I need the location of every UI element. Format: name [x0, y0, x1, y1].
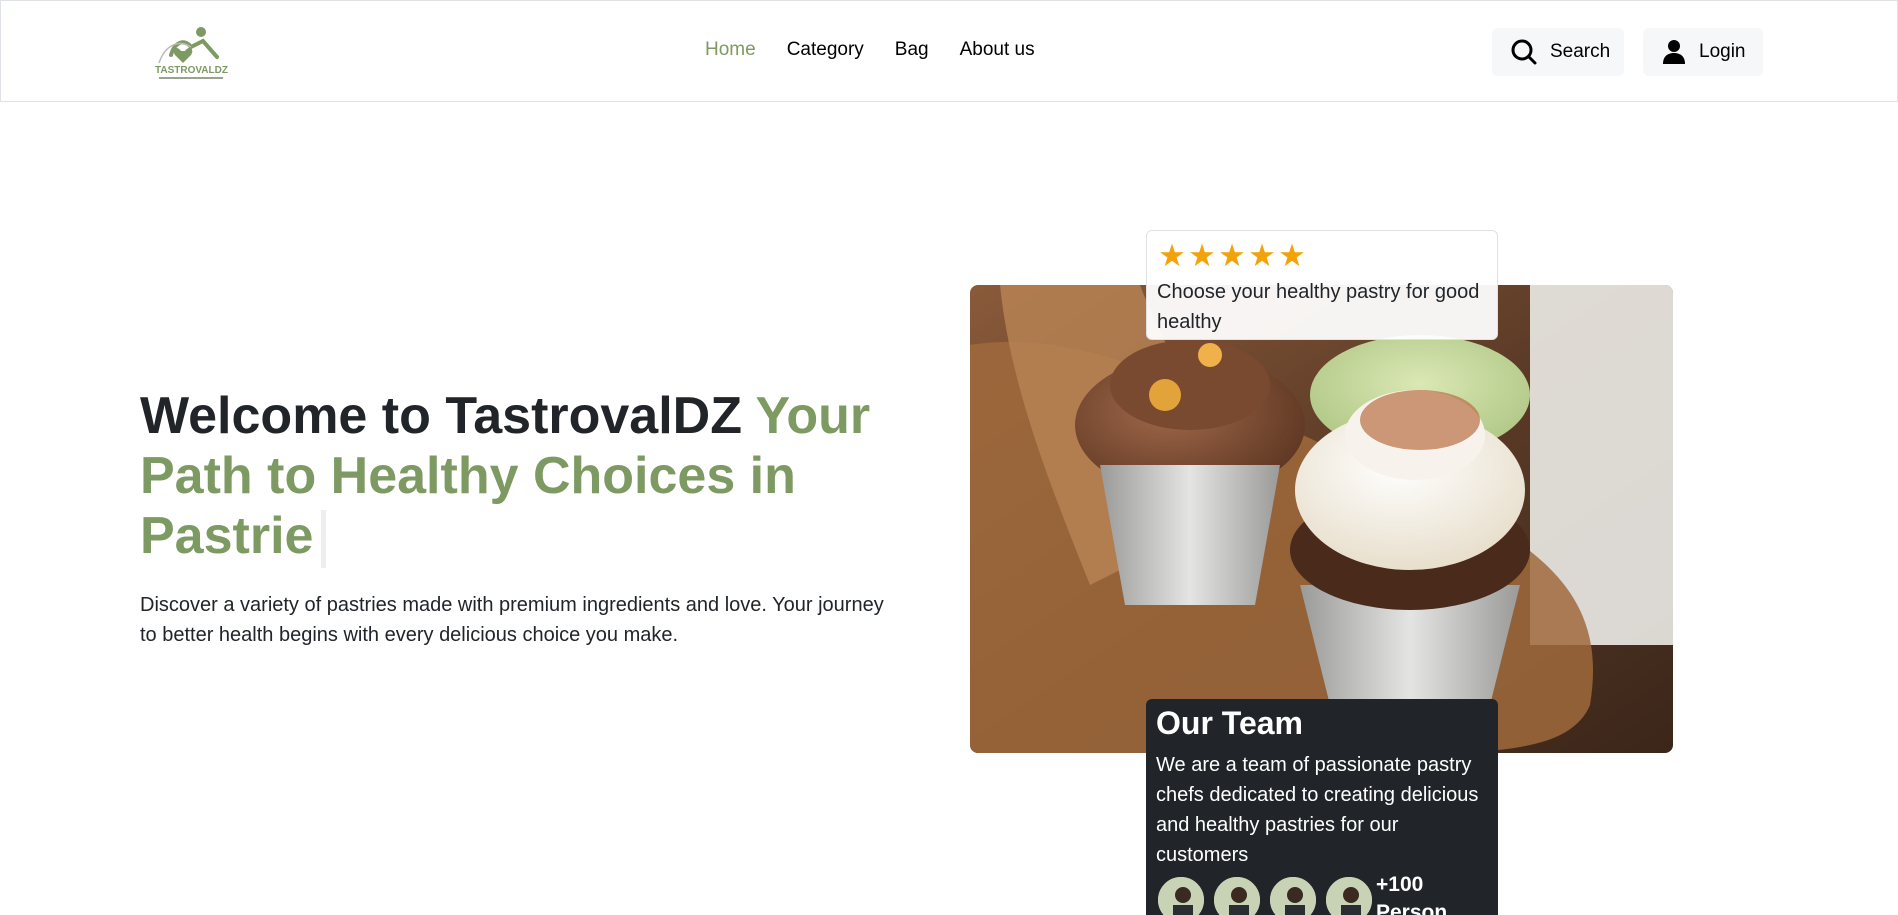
search-button-label: Search [1550, 41, 1611, 62]
team-card-text: We are a team of passionate pastry chefs… [1156, 754, 1479, 866]
star-icon: ★ [1218, 238, 1246, 273]
navbar: TASTROVALDZ Home Category Bag About us S… [0, 0, 1898, 102]
brand-logo[interactable]: TASTROVALDZ [151, 23, 233, 83]
hero-cupcake-image [970, 285, 1673, 753]
nav-category[interactable]: Category [787, 39, 864, 61]
star-icon: ★ [1188, 238, 1216, 273]
avatar [1268, 875, 1318, 915]
rating-card: ★ ★ ★ ★ ★ Choose your healthy pastry for… [1146, 230, 1498, 340]
hero-description: Discover a variety of pastries made with… [140, 594, 884, 646]
star-icon: ★ [1248, 238, 1276, 273]
team-card-title: Our Team [1156, 705, 1303, 741]
hero-title-main: Welcome to TastrovalDZ [140, 387, 756, 445]
star-icon: ★ [1158, 238, 1186, 273]
star-rating: ★ ★ ★ ★ ★ [1157, 237, 1307, 275]
avatar [1156, 875, 1206, 915]
hero-title: Welcome to TastrovalDZ Your Path to Heal… [140, 386, 880, 569]
logo-wordmark: TASTROVALDZ [155, 65, 228, 76]
user-icon [1663, 40, 1685, 64]
typing-caret [321, 510, 327, 569]
rating-card-text: Choose your healthy pastry for good heal… [1157, 281, 1480, 333]
nav-bag[interactable]: Bag [895, 39, 929, 61]
star-icon: ★ [1278, 238, 1306, 273]
team-avatars [1156, 875, 1380, 915]
avatar [1324, 875, 1374, 915]
nav-about-us[interactable]: About us [960, 39, 1035, 61]
search-icon [1511, 39, 1537, 65]
team-card: Our Team We are a team of passionate pas… [1146, 699, 1498, 915]
team-count: +100 Person [1376, 873, 1448, 915]
cupcake-photo [970, 285, 1673, 753]
search-button[interactable]: Search [1492, 28, 1624, 76]
login-button[interactable]: Login [1643, 28, 1763, 76]
avatar [1212, 875, 1262, 915]
login-button-label: Login [1699, 41, 1746, 62]
logo-icon: TASTROVALDZ [155, 27, 228, 79]
main-nav: Home Category Bag About us [705, 39, 1066, 61]
nav-home[interactable]: Home [705, 39, 756, 61]
